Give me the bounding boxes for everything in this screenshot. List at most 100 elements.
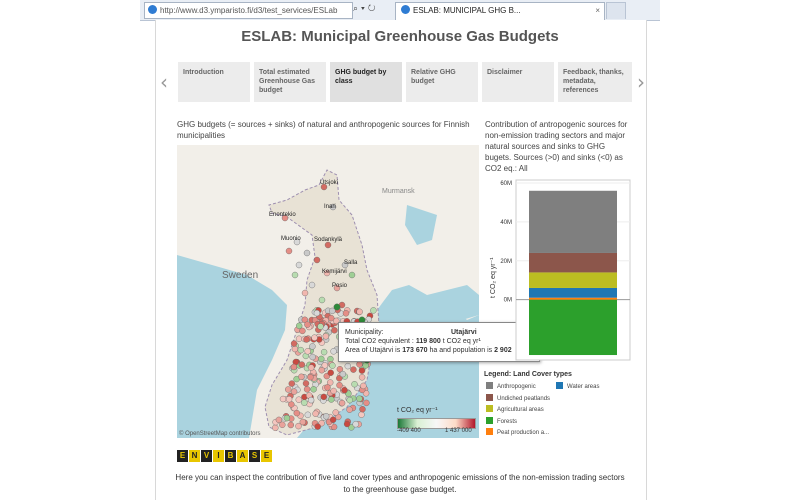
municipality-dot[interactable] bbox=[336, 381, 343, 389]
municipality-dot[interactable] bbox=[329, 362, 336, 369]
municipality-dot[interactable] bbox=[327, 369, 334, 377]
tab-relative-budget[interactable]: Relative GHG budget bbox=[406, 62, 478, 102]
municipality-dot[interactable] bbox=[295, 261, 303, 269]
municipality-dot[interactable] bbox=[290, 340, 298, 347]
next-arrow[interactable]: › bbox=[637, 70, 645, 94]
legend-item-peatlands[interactable]: Undiched peatlands bbox=[486, 394, 550, 402]
municipality-map[interactable]: Sweden Murmansk Utsjoki Inari Enontekio … bbox=[177, 145, 479, 438]
municipality-dot[interactable] bbox=[301, 399, 308, 406]
municipality-dot[interactable] bbox=[304, 348, 311, 355]
prev-arrow[interactable]: ‹ bbox=[160, 70, 168, 94]
refresh-icon[interactable]: ↻ bbox=[368, 3, 379, 13]
municipality-dot[interactable] bbox=[307, 396, 315, 404]
municipality-dot[interactable] bbox=[318, 366, 325, 374]
municipality-dot[interactable] bbox=[283, 414, 291, 422]
legend-item-forests[interactable]: Forests bbox=[486, 417, 517, 425]
legend-item-agricultural[interactable]: Agricultural areas bbox=[486, 405, 544, 413]
municipality-dot[interactable] bbox=[329, 416, 337, 423]
stacked-bar-chart[interactable]: t CO₂ eq yr⁻¹ 60M 40M 20M 0M bbox=[483, 178, 633, 363]
search-icon[interactable]: ⌕ bbox=[353, 3, 361, 13]
municipality-dot[interactable] bbox=[352, 421, 359, 428]
municipality-dot[interactable] bbox=[332, 409, 339, 416]
legend-item-peat-production[interactable]: Peat production a... bbox=[486, 428, 549, 436]
municipality-dot[interactable] bbox=[342, 310, 350, 317]
tab-feedback[interactable]: Feedback, thanks, metadata, references bbox=[558, 62, 632, 102]
municipality-dot[interactable] bbox=[338, 399, 346, 407]
municipality-dot[interactable] bbox=[285, 395, 293, 403]
municipality-dot[interactable] bbox=[312, 410, 319, 417]
municipality-dot[interactable] bbox=[307, 373, 314, 381]
municipality-dot[interactable] bbox=[370, 307, 377, 314]
bar-segment-forests[interactable] bbox=[529, 299, 617, 356]
municipality-dot[interactable] bbox=[360, 382, 367, 390]
municipality-dot[interactable] bbox=[358, 374, 366, 381]
municipality-dot[interactable] bbox=[348, 271, 356, 279]
municipality-dot[interactable] bbox=[307, 364, 315, 371]
municipality-dot[interactable] bbox=[275, 416, 283, 424]
municipality-dot[interactable] bbox=[328, 396, 335, 403]
municipality-dot[interactable] bbox=[303, 249, 311, 257]
municipality-dot[interactable] bbox=[344, 362, 352, 370]
municipality-dot[interactable] bbox=[302, 380, 310, 387]
municipality-dot[interactable] bbox=[295, 335, 303, 343]
municipality-dot[interactable] bbox=[301, 289, 309, 297]
tab-budget-by-class[interactable]: GHG budget by class bbox=[330, 62, 402, 102]
bar-segment-agricultural-areas[interactable] bbox=[529, 272, 617, 288]
municipality-dot[interactable] bbox=[333, 303, 341, 311]
bar-segment-water-areas[interactable] bbox=[529, 287, 617, 298]
municipality-dot[interactable] bbox=[311, 334, 318, 341]
close-tab-icon[interactable]: × bbox=[595, 3, 600, 19]
municipality-dot[interactable] bbox=[324, 384, 331, 391]
municipality-dot[interactable] bbox=[346, 396, 353, 404]
municipality-dot[interactable] bbox=[356, 308, 363, 316]
municipality-dot[interactable] bbox=[320, 348, 328, 356]
address-tools[interactable]: ⌕▾↻ bbox=[353, 3, 378, 14]
municipality-dot[interactable] bbox=[322, 333, 330, 340]
municipality-dot[interactable] bbox=[363, 399, 370, 407]
municipality-dot[interactable] bbox=[288, 380, 296, 387]
municipality-dot[interactable] bbox=[298, 361, 306, 368]
municipality-dot[interactable] bbox=[290, 388, 298, 395]
municipality-dot[interactable] bbox=[320, 393, 328, 401]
municipality-dot[interactable] bbox=[351, 380, 358, 388]
tab-disclaimer[interactable]: Disclaimer bbox=[482, 62, 554, 102]
municipality-dot[interactable] bbox=[291, 271, 299, 279]
municipality-dot[interactable] bbox=[284, 386, 292, 393]
municipality-dot[interactable] bbox=[304, 411, 312, 418]
municipality-dot[interactable] bbox=[298, 373, 305, 381]
municipality-dot[interactable] bbox=[327, 314, 335, 322]
municipality-dot[interactable] bbox=[304, 321, 311, 328]
tab-introduction[interactable]: Introduction bbox=[178, 62, 250, 102]
legend-item-anthropogenic[interactable]: Anthropogenic bbox=[486, 382, 536, 390]
municipality-dot[interactable] bbox=[318, 296, 326, 304]
municipality-dot[interactable] bbox=[293, 409, 301, 417]
municipality-dot[interactable] bbox=[359, 406, 366, 413]
municipality-dot[interactable] bbox=[356, 395, 363, 402]
municipality-dot[interactable] bbox=[303, 386, 311, 393]
municipality-dot[interactable] bbox=[308, 281, 316, 289]
municipality-dot[interactable] bbox=[310, 386, 317, 393]
municipality-dot[interactable] bbox=[350, 366, 357, 373]
dropdown-icon[interactable]: ▾ bbox=[361, 3, 368, 13]
browser-tab[interactable]: ESLAB: MUNICIPAL GHG B... × bbox=[395, 2, 605, 20]
municipality-dot[interactable] bbox=[299, 327, 306, 335]
municipality-dot[interactable] bbox=[341, 386, 348, 394]
municipality-dot[interactable] bbox=[314, 423, 321, 430]
municipality-dot[interactable] bbox=[309, 343, 316, 350]
municipality-dot[interactable] bbox=[318, 355, 325, 363]
municipality-dot[interactable] bbox=[313, 309, 321, 317]
municipality-dot[interactable] bbox=[331, 327, 338, 334]
municipality-dot[interactable] bbox=[285, 247, 293, 255]
municipality-dot[interactable] bbox=[309, 353, 316, 361]
bar-segment-undiched-peatlands[interactable] bbox=[529, 252, 617, 273]
municipality-dot[interactable] bbox=[330, 387, 337, 395]
new-tab-button[interactable] bbox=[606, 2, 626, 19]
municipality-dot[interactable] bbox=[279, 395, 287, 403]
municipality-dot[interactable] bbox=[313, 256, 321, 264]
municipality-dot[interactable] bbox=[291, 345, 299, 353]
address-bar[interactable]: http://www.d3.ymparisto.fi/d3/test_servi… bbox=[144, 2, 353, 19]
municipality-dot[interactable] bbox=[290, 363, 298, 371]
municipality-dot[interactable] bbox=[322, 413, 330, 420]
municipality-dot[interactable] bbox=[339, 370, 347, 378]
municipality-dot[interactable] bbox=[356, 361, 363, 368]
